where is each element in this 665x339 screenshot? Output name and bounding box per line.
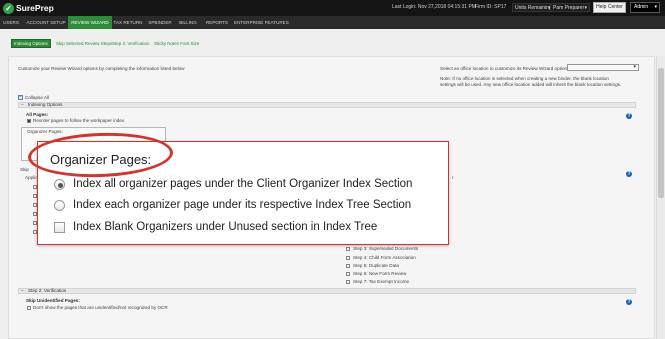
- nav-item-spbinder[interactable]: SPBINDER: [146, 16, 174, 29]
- firm-id-text: Firm ID: SP17: [475, 4, 507, 10]
- subtab-bar: Indexing Options Skip Selected Review St…: [0, 29, 665, 56]
- index-each-radio[interactable]: [54, 200, 65, 211]
- nav-item-review-wizard[interactable]: REVIEW WIZARD: [68, 16, 112, 29]
- indexing-options-section-header[interactable]: − Indexing Options: [18, 102, 636, 108]
- chevron-down-icon: ▾: [633, 64, 636, 70]
- units-select-value: Units Remaining: [515, 5, 552, 11]
- index-all-radio[interactable]: [54, 179, 65, 190]
- sureprep-logo-icon: ✓: [3, 2, 14, 14]
- nav-item-enterprise-features[interactable]: ENTERPRISE FEATURES: [234, 16, 289, 29]
- collapse-all-icon[interactable]: −: [18, 95, 23, 100]
- last-login-text: Last Login: Nov 27,2018 04:15:31 PM: [392, 4, 476, 10]
- step3-checkbox[interactable]: [346, 247, 350, 251]
- tab-sticky-notes-font-size[interactable]: Sticky Notes Font Size: [154, 39, 199, 48]
- location-prompt: Select an office location to customize i…: [440, 66, 571, 71]
- admin-menu-button[interactable]: Admin ▾: [630, 2, 660, 13]
- main-nav: USERS ACCOUNT SETUP REVIEW WIZARD TAX RE…: [0, 16, 665, 29]
- intro-text: Customize your Review Wizard options by …: [18, 66, 185, 71]
- partial-section-label: Skip: [20, 167, 29, 172]
- dont-show-unidentified-checkbox[interactable]: [27, 306, 31, 310]
- small-organizer-label: Organizer Pages:: [27, 129, 63, 134]
- help-icon[interactable]: ?: [626, 171, 632, 177]
- index-all-label: Index all organizer pages under the Clie…: [73, 178, 413, 190]
- admin-label: Admin: [634, 4, 649, 10]
- chevron-down-icon: ▾: [584, 5, 587, 11]
- all-pages-label: All Pages:: [26, 112, 49, 117]
- step4-label: Step 4: Child Form Association: [353, 255, 416, 260]
- dont-show-unidentified-label: Don't show the pages that are unidentifi…: [33, 305, 168, 310]
- nav-item-users[interactable]: USERS: [0, 16, 22, 29]
- partial-text: r: [452, 175, 454, 180]
- vertical-scrollbar[interactable]: [656, 56, 665, 339]
- verification-section-header[interactable]: − Step 2: Verification: [18, 288, 636, 294]
- tab-step2-verification[interactable]: Step 2: Verification: [112, 39, 150, 48]
- step3-label: Step 3: Superseded Documents: [353, 246, 419, 251]
- logo[interactable]: ✓ SurePrep: [3, 2, 54, 14]
- office-location-select[interactable]: ▾: [567, 64, 639, 71]
- tab-skip-selected-review-steps[interactable]: Skip Selected Review Steps: [56, 39, 112, 48]
- reorder-pages-label: Reorder pages to follow the workpaper in…: [33, 118, 125, 123]
- partial-applicable-label: Applic: [25, 175, 38, 180]
- step7-label: Step 7: Tax Exempt Income: [353, 279, 410, 284]
- step5-checkbox[interactable]: [346, 264, 350, 268]
- help-icon[interactable]: ?: [626, 299, 632, 305]
- reorder-pages-checkbox[interactable]: [27, 119, 31, 123]
- tab-indexing-options[interactable]: Indexing Options: [11, 39, 51, 48]
- section-title: Step 2: Verification: [28, 288, 67, 293]
- chevron-down-icon: ▾: [654, 4, 657, 10]
- app-window: ✓ SurePrep Last Login: Nov 27,2018 04:15…: [0, 0, 665, 339]
- index-blank-label: Index Blank Organizers under Unused sect…: [73, 221, 378, 233]
- note-line-2: settings will be used. Any new office lo…: [440, 82, 622, 87]
- units-select[interactable]: Units Remaining ▾: [512, 3, 554, 12]
- skip-unidentified-label: Skip Unidentified Pages:: [26, 298, 80, 303]
- section-title: Indexing Options: [28, 102, 63, 107]
- user-select[interactable]: Pam Preparer ▾: [550, 3, 590, 12]
- nav-item-tax-return[interactable]: TAX RETURN: [112, 16, 144, 29]
- help-center-button[interactable]: Help Center: [593, 2, 626, 13]
- step5-label: Step 5: Duplicate Data: [353, 263, 399, 268]
- index-each-label: Index each organizer page under its resp…: [73, 199, 412, 211]
- minus-icon: −: [21, 288, 24, 293]
- step6-label: Step 6: New Form Review: [353, 271, 407, 276]
- index-blank-checkbox[interactable]: [54, 222, 65, 233]
- note-line-1: Note: If no office location is selected …: [440, 76, 609, 81]
- top-header: ✓ SurePrep Last Login: Nov 27,2018 04:15…: [0, 0, 665, 16]
- nav-item-billing[interactable]: BILLING: [176, 16, 200, 29]
- minus-icon: −: [21, 102, 24, 107]
- step7-checkbox[interactable]: [346, 280, 350, 284]
- step6-checkbox[interactable]: [346, 272, 350, 276]
- scrollbar-thumb[interactable]: [658, 68, 664, 198]
- help-icon[interactable]: ?: [626, 113, 632, 119]
- logo-text: SurePrep: [16, 3, 54, 13]
- nav-item-reports[interactable]: REPORTS: [204, 16, 230, 29]
- collapse-all-link[interactable]: Collapse All: [25, 95, 49, 100]
- nav-item-account-setup[interactable]: ACCOUNT SETUP: [24, 16, 68, 29]
- step4-checkbox[interactable]: [346, 256, 350, 260]
- user-select-value: Pam Preparer: [553, 5, 585, 11]
